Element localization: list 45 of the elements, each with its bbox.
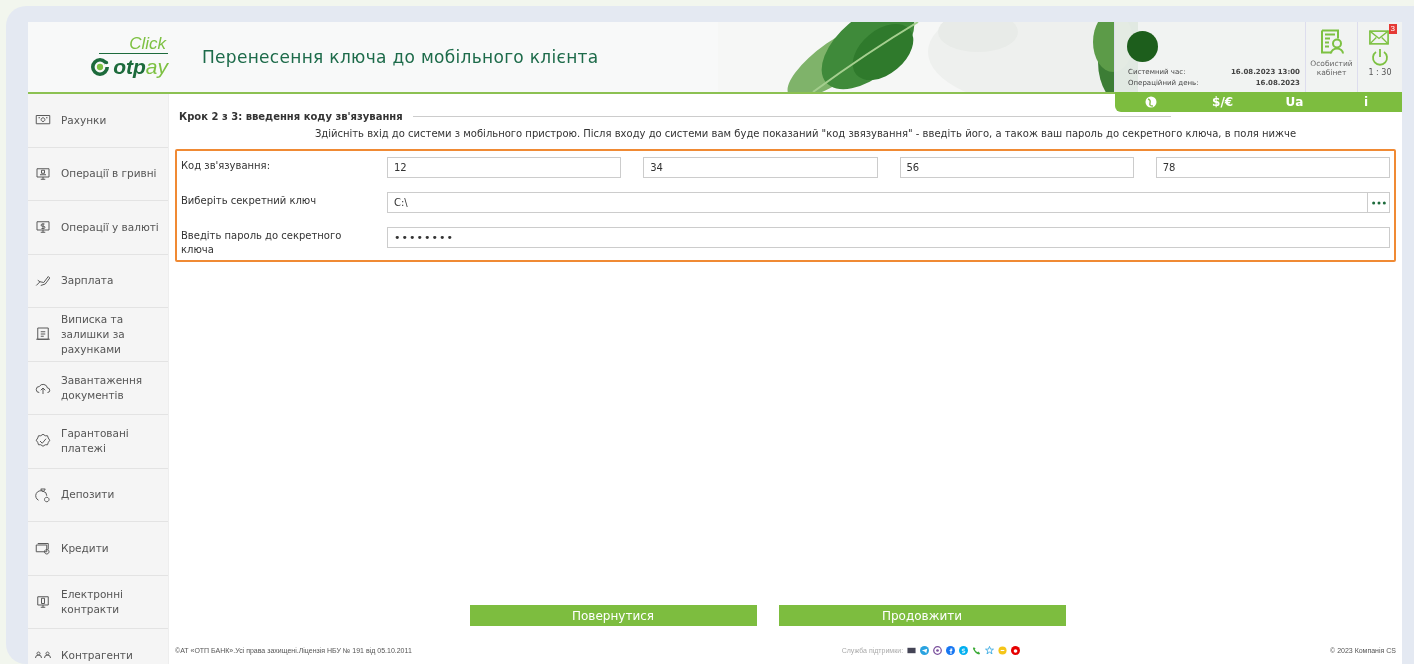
sidebar-item[interactable]: Операції у валюті xyxy=(28,201,168,255)
sidebar-item[interactable]: Кредити xyxy=(28,522,168,576)
file-path-field[interactable]: C:\ xyxy=(387,192,1368,213)
field-label: Введіть пароль до секретного ключа xyxy=(181,229,343,257)
code-field[interactable]: 78 xyxy=(1155,157,1390,178)
more-icon xyxy=(1370,200,1387,205)
skype-icon[interactable] xyxy=(959,645,969,655)
sidebar-item[interactable]: Гарантовані платежі xyxy=(28,415,168,469)
viber-icon[interactable] xyxy=(933,645,943,655)
page-title: Перенесення ключа до мобільного клієнта xyxy=(202,47,599,67)
sidebar-item[interactable]: Виписка та залишки за рахунками xyxy=(28,308,168,362)
browse-button[interactable] xyxy=(1368,192,1390,213)
logo-wordmark: otpay xyxy=(113,55,168,79)
logo-tagline: Click xyxy=(99,35,168,54)
step-title: Крок 2 з 3: введення коду зв'язування xyxy=(179,111,403,122)
avatar[interactable] xyxy=(1127,31,1158,62)
sidebar-item[interactable]: Контрагенти xyxy=(28,629,168,664)
profile-document-icon xyxy=(1318,28,1345,55)
sidebar-item[interactable]: Завантаження документів xyxy=(28,361,168,415)
sidebar-item[interactable]: Рахунки xyxy=(28,94,168,148)
power-icon xyxy=(1370,47,1390,67)
mail-badge: 3 xyxy=(1388,24,1397,34)
instruction-text: Здійсніть вхід до системи з мобільного пристрою. Після входу до системи вам буде показаний "код звязування" - введіть його, а також ваш пароль до секретного ключа, в поля нижче xyxy=(313,128,1298,139)
facebook-icon[interactable] xyxy=(946,645,956,655)
sidebar-item[interactable]: Зарплата xyxy=(28,254,168,308)
logout-button[interactable] xyxy=(1370,47,1390,67)
star-icon[interactable] xyxy=(985,645,995,655)
logo-icon xyxy=(91,58,110,76)
mail-button[interactable]: 3 xyxy=(1369,24,1397,45)
email-icon[interactable] xyxy=(907,645,917,655)
sidebar-item[interactable]: Електронні контракти xyxy=(28,575,168,629)
code-field[interactable]: 12 xyxy=(387,157,622,178)
envelope-icon xyxy=(1369,29,1389,45)
menu-item-icon xyxy=(34,485,52,504)
field-label: Код зв'язування: xyxy=(181,159,271,173)
session-timer: 1 : 30 xyxy=(1368,68,1392,77)
code-field[interactable]: 34 xyxy=(643,157,878,178)
sidebar-item[interactable]: Депозити xyxy=(28,468,168,522)
field-label: Виберіть секретний ключ xyxy=(181,194,318,208)
globe-icon xyxy=(1144,96,1157,108)
sidebar-item[interactable]: Операції в гривні xyxy=(28,147,168,201)
phone-icon[interactable] xyxy=(972,645,982,655)
code-field[interactable]: 56 xyxy=(899,157,1134,178)
password-field[interactable]: •••••••• xyxy=(387,227,1390,248)
mobile-operator-icon[interactable] xyxy=(1011,645,1021,655)
